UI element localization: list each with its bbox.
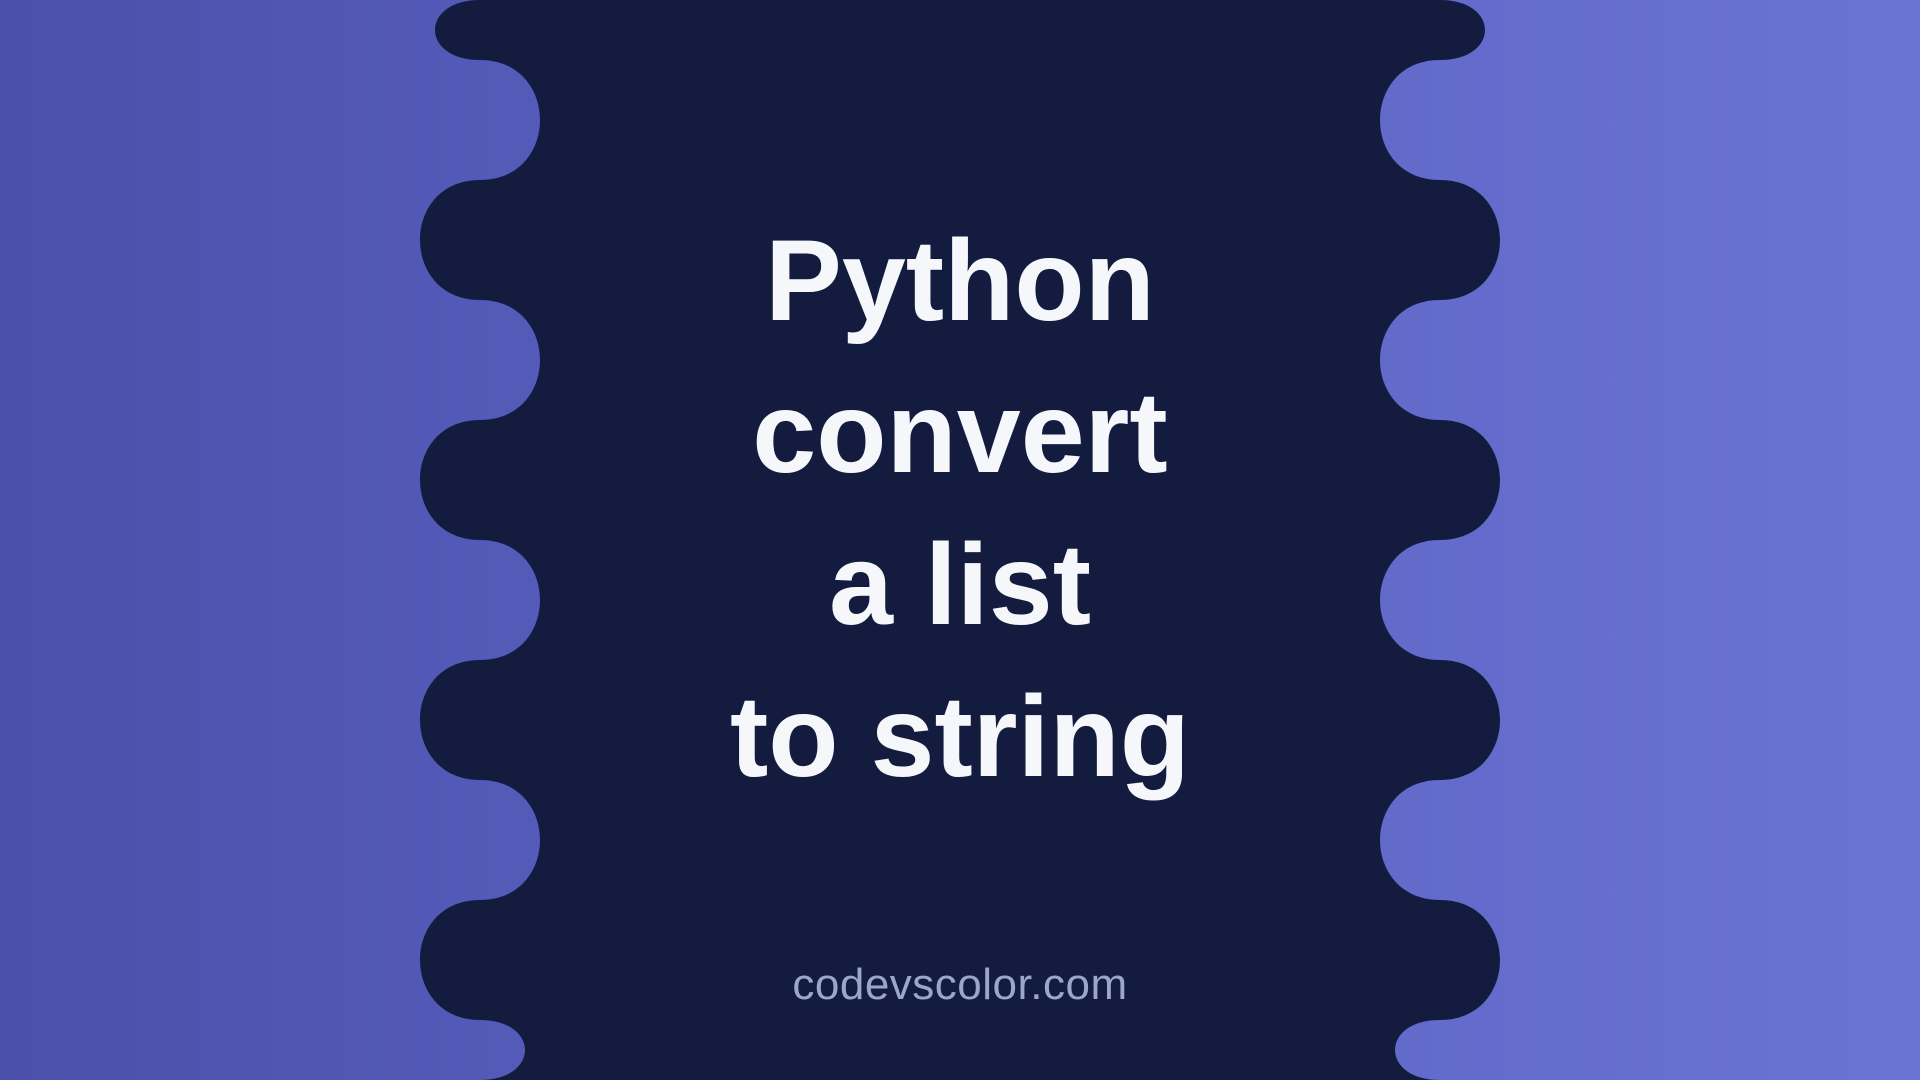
title-line-1: Python bbox=[730, 206, 1190, 358]
brand-text: codevscolor.com bbox=[792, 960, 1127, 1010]
title-line-3: a list bbox=[730, 510, 1190, 662]
title-line-2: convert bbox=[730, 358, 1190, 510]
title-line-4: to string bbox=[730, 662, 1190, 814]
main-title: Python convert a list to string bbox=[730, 206, 1190, 813]
